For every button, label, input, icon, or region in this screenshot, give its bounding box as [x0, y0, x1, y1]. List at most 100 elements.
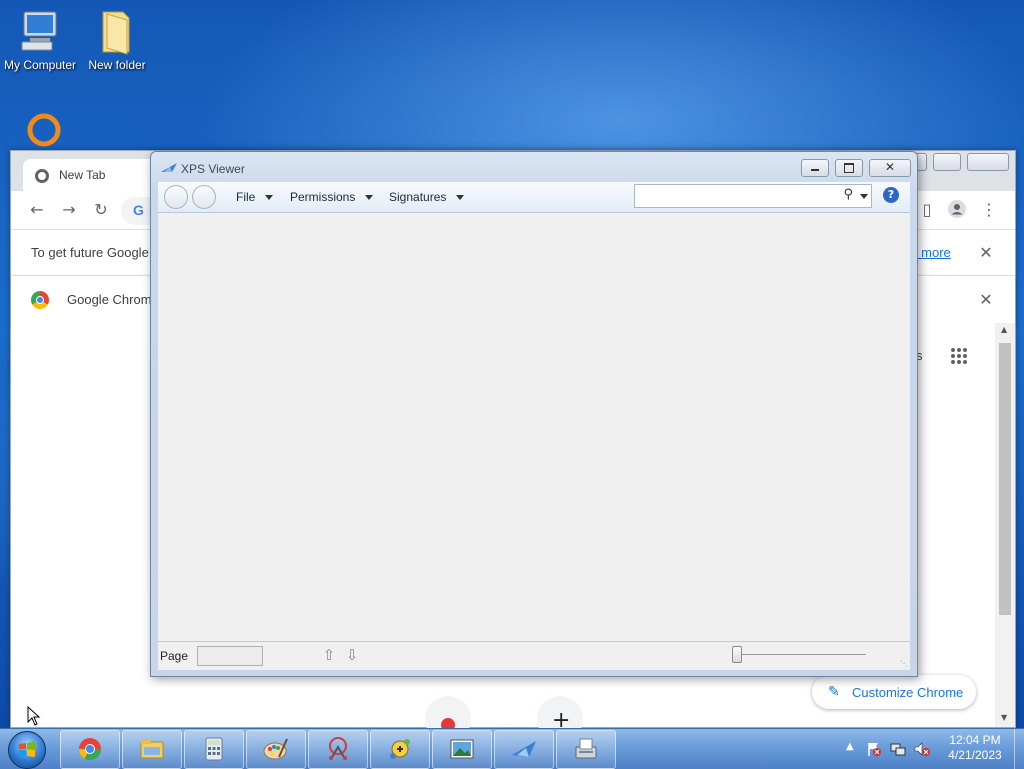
fax-scan-icon [575, 738, 597, 759]
xps-maximize-button[interactable] [835, 159, 864, 177]
previous-page-icon[interactable]: ⇧ [321, 646, 337, 664]
calculator-icon [205, 737, 223, 761]
taskbar-chrome[interactable] [60, 730, 120, 769]
resize-grip-icon[interactable]: ⋱ [900, 659, 908, 668]
chrome-scrollbar-thumb[interactable] [999, 343, 1011, 615]
xps-window-controls: ✕ [799, 159, 911, 180]
google-g-icon: G [133, 202, 144, 218]
omnibox[interactable]: G [121, 197, 151, 225]
scroll-up-icon[interactable]: ▲ [1001, 325, 1007, 334]
taskbar-snipping-tool[interactable] [308, 730, 368, 769]
xps-close-button[interactable]: ✕ [869, 159, 911, 177]
chevron-down-icon [456, 195, 465, 201]
chevron-down-icon [265, 195, 274, 201]
search-dropdown-icon[interactable] [860, 194, 868, 199]
menu-permissions[interactable]: Permissions [290, 190, 374, 204]
clock-time: 12:04 PM [949, 733, 1001, 747]
start-button[interactable] [8, 731, 46, 769]
xps-minimize-button[interactable] [801, 159, 830, 177]
side-panel-icon[interactable]: ▯ [917, 200, 937, 220]
action-center-flag-icon[interactable] [866, 741, 882, 757]
desktop: My Computer New folder New Tab ← → ↻ G ▯… [0, 0, 1024, 728]
my-computer-shortcut[interactable]: My Computer [0, 8, 80, 72]
zoom-slider-track[interactable] [736, 654, 866, 655]
chrome-tab-title: New Tab [59, 168, 106, 182]
customize-chrome-label: Customize Chrome [852, 685, 964, 700]
chrome-favicon-icon [35, 169, 49, 183]
xps-document-area[interactable] [158, 213, 910, 641]
close-icon: ✕ [885, 160, 896, 174]
next-page-icon[interactable]: ⇩ [344, 646, 360, 664]
xps-app-icon [161, 163, 177, 172]
orange-ring-shortcut[interactable] [4, 112, 84, 152]
chrome-maximize-button[interactable] [933, 153, 962, 171]
customize-chrome-button[interactable]: ✎ Customize Chrome [812, 675, 976, 709]
pencil-icon: ✎ [828, 683, 840, 699]
default-browser-message: Google Chrom [67, 292, 152, 307]
computer-icon [21, 11, 57, 51]
my-computer-label: My Computer [3, 58, 77, 72]
folder-icon [102, 11, 130, 55]
xps-search-box[interactable]: ⚲ [634, 184, 872, 208]
chrome-icon [79, 738, 101, 760]
menu-signatures-label: Signatures [389, 190, 447, 204]
plus-icon: + [552, 708, 571, 728]
forward-arrow-icon[interactable]: → [59, 200, 79, 220]
xps-viewer-icon [512, 741, 536, 757]
menu-permissions-label: Permissions [290, 190, 356, 204]
taskbar-fax-scan[interactable] [556, 730, 616, 769]
minimize-icon [811, 169, 820, 171]
windows-flag-icon [19, 742, 35, 757]
chrome-close-button[interactable] [967, 153, 1009, 171]
avatar-icon [948, 200, 966, 218]
taskbar-photo-viewer[interactable] [432, 730, 492, 769]
math-input-icon [390, 739, 410, 759]
photo-viewer-icon [450, 739, 474, 759]
reload-icon[interactable]: ↻ [91, 200, 111, 220]
vlc-icon [27, 113, 61, 147]
xps-window-title: XPS Viewer [181, 162, 245, 176]
scroll-down-icon[interactable]: ▼ [1001, 713, 1007, 722]
shortcut-red-icon [441, 718, 455, 728]
page-label: Page [160, 649, 189, 663]
taskbar-xps-viewer[interactable] [494, 730, 554, 769]
maximize-icon [844, 163, 855, 173]
forward-button[interactable] [192, 185, 216, 209]
menu-file-label: File [236, 190, 256, 204]
paint-icon [263, 738, 288, 760]
taskbar-math-input[interactable] [370, 730, 430, 769]
system-clock[interactable]: 12:04 PM 4/21/2023 [940, 733, 1010, 763]
mouse-cursor-icon [27, 706, 41, 726]
show-hidden-icons-chevron-icon[interactable]: ▲ [846, 741, 854, 752]
taskbar: ▲ 12:04 PM 4/21/2023 [0, 728, 1024, 769]
chrome-scrollbar[interactable]: ▲ ▼ [995, 323, 1015, 727]
taskbar-calculator[interactable] [184, 730, 244, 769]
default-browser-close-icon[interactable]: ✕ [978, 292, 994, 308]
zoom-slider-thumb[interactable] [732, 646, 742, 663]
network-icon[interactable] [890, 741, 906, 757]
snipping-tool-icon [329, 737, 347, 760]
show-desktop-button[interactable] [1014, 729, 1024, 769]
new-folder-shortcut[interactable]: New folder [77, 8, 157, 72]
menu-signatures[interactable]: Signatures [389, 190, 465, 204]
chrome-menu-icon[interactable]: ⋮ [979, 200, 999, 220]
profile-avatar-icon[interactable] [947, 200, 967, 220]
volume-muted-icon[interactable] [914, 741, 930, 757]
infobar-close-icon[interactable]: ✕ [978, 245, 994, 261]
taskbar-paint[interactable] [246, 730, 306, 769]
infobar-message: To get future Google [31, 245, 149, 260]
back-button[interactable] [164, 185, 188, 209]
xps-statusbar: Page ⇧ ⇩ ⋱ [158, 641, 910, 670]
apps-grid-icon[interactable] [950, 347, 968, 365]
new-folder-label: New folder [88, 58, 146, 72]
chrome-logo-icon [31, 291, 49, 309]
xps-viewer-window: XPS Viewer ✕ File Permissions Signatures [150, 151, 918, 677]
taskbar-explorer[interactable] [122, 730, 182, 769]
back-arrow-icon[interactable]: ← [27, 200, 47, 220]
explorer-icon [140, 740, 164, 759]
search-icon[interactable]: ⚲ [843, 187, 853, 202]
page-number-input[interactable] [197, 646, 263, 666]
xps-titlebar[interactable]: XPS Viewer ✕ [151, 152, 917, 182]
menu-file[interactable]: File [236, 190, 274, 204]
help-icon[interactable]: ? [883, 187, 899, 203]
